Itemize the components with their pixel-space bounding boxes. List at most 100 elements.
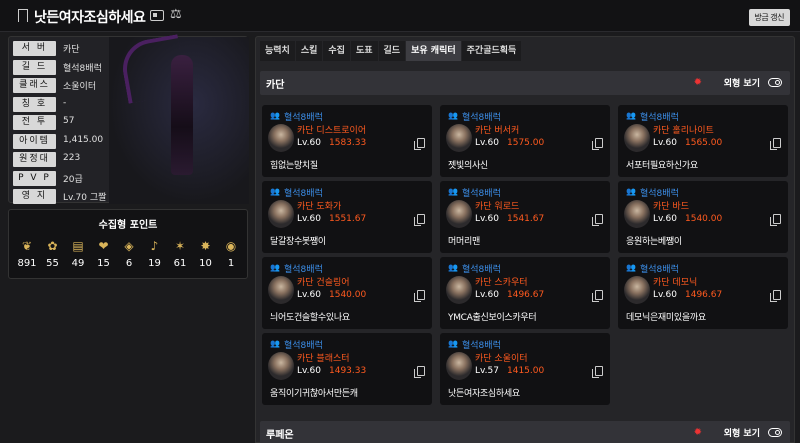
collection-count: 1 xyxy=(227,258,235,269)
profile-label: 영 지 xyxy=(13,189,56,204)
profile-value: - xyxy=(63,97,67,108)
collection-item[interactable]: ✶ 61 xyxy=(170,238,190,269)
profile-value: 혈석8배럭 xyxy=(63,63,102,74)
tab-item[interactable]: 주간골드획득 xyxy=(461,41,522,61)
collection-item[interactable]: ❤ 15 xyxy=(94,238,114,269)
collection-count: 10 xyxy=(199,258,212,269)
copy-icon[interactable] xyxy=(592,290,603,302)
character-card[interactable]: 👥 혈석8배럭 카단 버서커 Lv.60 1575.00 젯빛의사신 xyxy=(440,105,610,177)
guild-name: 혈석8배럭 xyxy=(640,113,679,123)
profile-value: 소울이터 xyxy=(63,82,97,92)
relic-icon: ◈ xyxy=(124,239,134,253)
character-card[interactable]: 👥 혈석8배럭 카단 워로드 Lv.60 1541.67 머머리맨 xyxy=(440,181,610,253)
alert-icon: ✹ xyxy=(693,77,702,88)
tab-item[interactable]: 스킬 xyxy=(295,41,323,61)
avatar xyxy=(446,276,472,304)
character-portrait xyxy=(109,34,249,204)
refresh-button[interactable]: 방금 갱신 xyxy=(748,9,790,26)
guild-members-icon: 👥 xyxy=(448,339,458,348)
avatar xyxy=(268,124,294,152)
tab-bar: 능력치 스킬 수집 도표 길드 보유 캐릭터 주간골드획득 xyxy=(260,41,522,61)
copy-icon[interactable] xyxy=(592,214,603,226)
character-name: 힘없는망치질 xyxy=(270,161,318,171)
profile-value: 57 xyxy=(63,116,75,126)
guild-members-icon: 👥 xyxy=(270,187,280,196)
appearance-toggle[interactable] xyxy=(768,428,782,437)
item-level: 1565.00 xyxy=(685,138,723,148)
server-section-header: 루페온 ✹ 외형 보기 xyxy=(260,421,790,443)
alert-icon: ✹ xyxy=(693,427,702,438)
tab-item[interactable]: 수집 xyxy=(323,41,350,61)
character-name: 늬어도건슬할수있나요 xyxy=(270,313,350,323)
copy-icon[interactable] xyxy=(770,290,781,302)
copy-icon[interactable] xyxy=(592,366,603,378)
bookmark-icon[interactable] xyxy=(18,9,28,22)
item-level: 1493.33 xyxy=(329,366,367,376)
avatar xyxy=(268,276,294,304)
item-level: 1551.67 xyxy=(329,214,367,224)
guild-name: 혈석8배럭 xyxy=(284,265,323,275)
character-card[interactable]: 👥 혈석8배럭 카단 도화가 Lv.60 1551.67 달갈장수봇쨍이 xyxy=(262,181,432,253)
compass-icon: ✸ xyxy=(200,239,211,253)
item-level: 1415.00 xyxy=(507,366,545,376)
character-card[interactable]: 👥 혈석8배럭 카단 블래스터 Lv.60 1493.33 움직이기귀찮아서만든캐 xyxy=(262,333,432,405)
collection-item[interactable]: ◈ 6 xyxy=(119,238,139,269)
copy-icon[interactable] xyxy=(770,138,781,150)
character-card[interactable]: 👥 혈석8배럭 카단 스카우터 Lv.60 1496.67 YMCA출신보이스카우터 xyxy=(440,257,610,329)
guild-name: 혈석8배럭 xyxy=(462,265,501,275)
collection-count: 15 xyxy=(97,258,110,269)
tab-item[interactable]: 보유 캐릭터 xyxy=(406,41,461,61)
collection-points-panel: 수집형 포인트 ❦ 891 ✿ 55 ▤ 49 ❤ 15 ◈ 6 ♪ 19 ✶ 61 ✸ 10 ◉ 1 xyxy=(8,209,248,279)
collection-item[interactable]: ❦ 891 xyxy=(17,238,37,269)
character-level: Lv.60 xyxy=(297,366,321,376)
collection-item[interactable]: ▤ 49 xyxy=(68,238,88,269)
guild-members-icon: 👥 xyxy=(270,263,280,272)
avatar xyxy=(624,124,650,152)
character-name: 낫든여자조심하세요 xyxy=(448,389,520,399)
character-level: Lv.60 xyxy=(475,214,499,224)
guild-name: 혈석8배럭 xyxy=(640,189,679,199)
profile-label: P V P xyxy=(13,170,56,186)
profile-value: 1,415.00 xyxy=(63,134,104,145)
copy-icon[interactable] xyxy=(770,214,781,226)
characters-panel: 능력치 스킬 수집 도표 길드 보유 캐릭터 주간골드획득 카단 ✹ 외형 보기 👥 혈석8배… xyxy=(255,36,795,443)
item-level: 1496.67 xyxy=(685,290,723,300)
profile-label: 클래스 xyxy=(13,78,56,93)
copy-icon[interactable] xyxy=(414,214,425,226)
collection-item[interactable]: ✸ 10 xyxy=(196,238,216,269)
collection-item[interactable]: ◉ 1 xyxy=(221,238,241,269)
tab-item[interactable]: 능력치 xyxy=(260,41,295,61)
tab-item[interactable]: 길드 xyxy=(378,41,406,61)
copy-icon[interactable] xyxy=(414,290,425,302)
collection-item[interactable]: ✿ 55 xyxy=(43,238,63,269)
server-class: 카단 스카우터 xyxy=(475,278,528,288)
character-figure xyxy=(171,55,193,175)
character-level: Lv.60 xyxy=(297,290,321,300)
view-appearance-label[interactable]: 외형 보기 xyxy=(724,426,760,439)
server-class: 카단 워로드 xyxy=(475,202,520,212)
profile-value: 223 xyxy=(63,153,81,163)
copy-icon[interactable] xyxy=(414,138,425,150)
avatar xyxy=(268,352,294,380)
view-appearance-label[interactable]: 외형 보기 xyxy=(724,76,760,89)
character-card[interactable]: 👥 혈석8배럭 카단 홀리나이트 Lv.60 1565.00 서포터필요하신가요 xyxy=(618,105,788,177)
character-card[interactable]: 👥 혈석8배럭 카단 디스트로이어 Lv.60 1583.33 힘없는망치질 xyxy=(262,105,432,177)
server-class: 카단 블래스터 xyxy=(297,354,350,364)
profile-label: 아이템 xyxy=(13,133,56,149)
character-card[interactable]: 👥 혈석8배럭 카단 소울이터 Lv.57 1415.00 낫든여자조심하세요 xyxy=(440,333,610,405)
character-level: Lv.60 xyxy=(653,290,677,300)
server-name: 카단 xyxy=(266,80,285,91)
copy-icon[interactable] xyxy=(414,366,425,378)
tab-item[interactable]: 도표 xyxy=(350,41,378,61)
appearance-toggle[interactable] xyxy=(768,78,782,87)
id-card-icon[interactable] xyxy=(150,10,164,21)
scale-icon[interactable]: ⚖ xyxy=(170,7,182,22)
instrument-icon: ♪ xyxy=(150,239,159,253)
character-card[interactable]: 👥 혈석8배럭 카단 바드 Lv.60 1540.00 응원하는베쨍이 xyxy=(618,181,788,253)
copy-icon[interactable] xyxy=(592,138,603,150)
character-card[interactable]: 👥 혈석8배럭 카단 건슬링어 Lv.60 1540.00 늬어도건슬할수있나요 xyxy=(262,257,432,329)
collection-item[interactable]: ♪ 19 xyxy=(145,238,165,269)
item-level: 1496.67 xyxy=(507,290,545,300)
character-card[interactable]: 👥 혈석8배럭 카단 데모닉 Lv.60 1496.67 데모닉은재미있을까요 xyxy=(618,257,788,329)
character-name: 서포터필요하신가요 xyxy=(626,161,698,171)
